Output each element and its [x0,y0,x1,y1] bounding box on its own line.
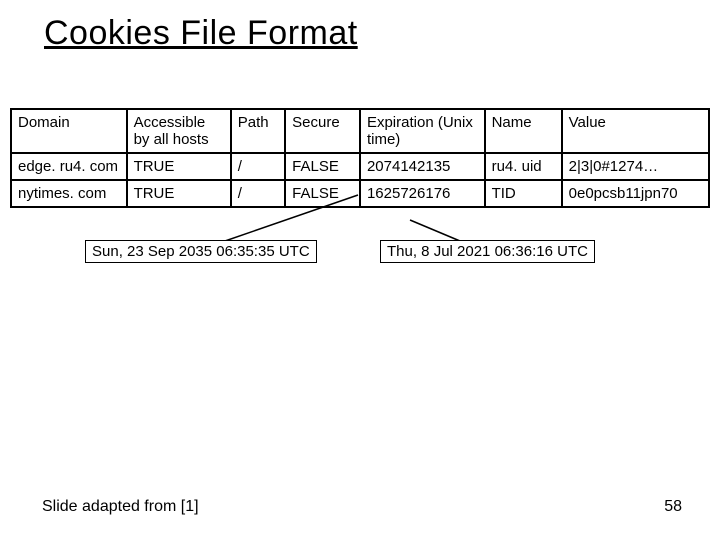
th-value: Value [562,109,709,153]
page-title: Cookies File Format [44,14,358,53]
annotation-right: Thu, 8 Jul 2021 06:36:16 UTC [380,240,595,263]
cell-accessible: TRUE [127,180,231,207]
cell-path: / [231,153,285,180]
cell-expiration: 1625726176 [360,180,485,207]
annotation-left: Sun, 23 Sep 2035 06:35:35 UTC [85,240,317,263]
cell-name: TID [485,180,562,207]
slide-number: 58 [664,498,682,516]
cookies-table: Domain Accessible by all hosts Path Secu… [10,108,710,208]
table-row: edge. ru4. com TRUE / FALSE 2074142135 r… [11,153,709,180]
th-name: Name [485,109,562,153]
table-row: nytimes. com TRUE / FALSE 1625726176 TID… [11,180,709,207]
cell-path: / [231,180,285,207]
cell-accessible: TRUE [127,153,231,180]
cell-value: 2|3|0#1274… [562,153,709,180]
th-path: Path [231,109,285,153]
th-secure: Secure [285,109,360,153]
cell-value: 0e0pcsb11jpn70 [562,180,709,207]
annotation-arrows [0,0,720,540]
table-header-row: Domain Accessible by all hosts Path Secu… [11,109,709,153]
cell-name: ru4. uid [485,153,562,180]
th-domain: Domain [11,109,127,153]
th-accessible: Accessible by all hosts [127,109,231,153]
cell-expiration: 2074142135 [360,153,485,180]
cell-domain: edge. ru4. com [11,153,127,180]
slide: Cookies File Format Domain Accessible by… [0,0,720,540]
th-expiration: Expiration (Unix time) [360,109,485,153]
cell-secure: FALSE [285,153,360,180]
cell-domain: nytimes. com [11,180,127,207]
footer-citation: Slide adapted from [1] [42,498,199,516]
cell-secure: FALSE [285,180,360,207]
